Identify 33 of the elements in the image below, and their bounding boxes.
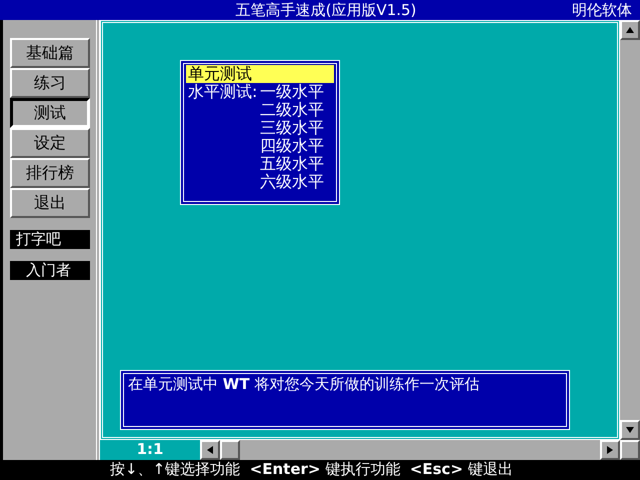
right-arrow-icon: [607, 446, 613, 454]
menu-item[interactable]: 五级水平: [258, 155, 324, 173]
sidebar-button[interactable]: 基础篇: [10, 38, 90, 68]
menu-item[interactable]: 三级水平: [258, 119, 324, 137]
scroll-up-button[interactable]: [620, 20, 640, 40]
key-help-text: 按↓、↑键选择功能 <Enter> 键执行功能 <Esc> 键退出: [109, 460, 514, 480]
up-arrow-icon: [626, 27, 634, 33]
menu-item[interactable]: 单元测试: [186, 65, 334, 83]
vertical-scrollbar[interactable]: [620, 20, 640, 440]
vendor-name: 明伦软体: [572, 1, 633, 19]
cursor-position: 1:1: [100, 440, 200, 460]
sidebar-button[interactable]: 退出: [10, 188, 90, 218]
scroll-right-button[interactable]: [600, 440, 620, 460]
down-arrow-icon: [626, 427, 634, 433]
sidebar-button[interactable]: 练习: [10, 68, 90, 98]
scrollbar-corner: [620, 440, 640, 460]
sidebar-button[interactable]: 排行榜: [10, 158, 90, 188]
menu-item[interactable]: 四级水平: [258, 137, 324, 155]
sidebar-button[interactable]: 测试: [10, 98, 90, 128]
status-label: 打字吧: [10, 230, 90, 249]
menu-item[interactable]: 二级水平: [258, 101, 324, 119]
scroll-thumb[interactable]: [220, 440, 240, 460]
menu-group-label: 水平测试:: [187, 83, 258, 101]
scroll-down-button[interactable]: [620, 420, 640, 440]
menu-item[interactable]: 六级水平: [258, 173, 324, 191]
status-label: 入门者: [10, 261, 90, 280]
scroll-left-button[interactable]: [200, 440, 220, 460]
window-title: 五笔高手速成(应用版V1.5): [234, 1, 418, 19]
left-arrow-icon: [207, 446, 213, 454]
sidebar-button[interactable]: 设定: [10, 128, 90, 158]
message-text: 在单元测试中 WT 将对您今天所做的训练作一次评估: [120, 370, 570, 430]
horizontal-scrollbar[interactable]: [200, 440, 620, 460]
menu-item[interactable]: 一级水平: [258, 83, 324, 101]
